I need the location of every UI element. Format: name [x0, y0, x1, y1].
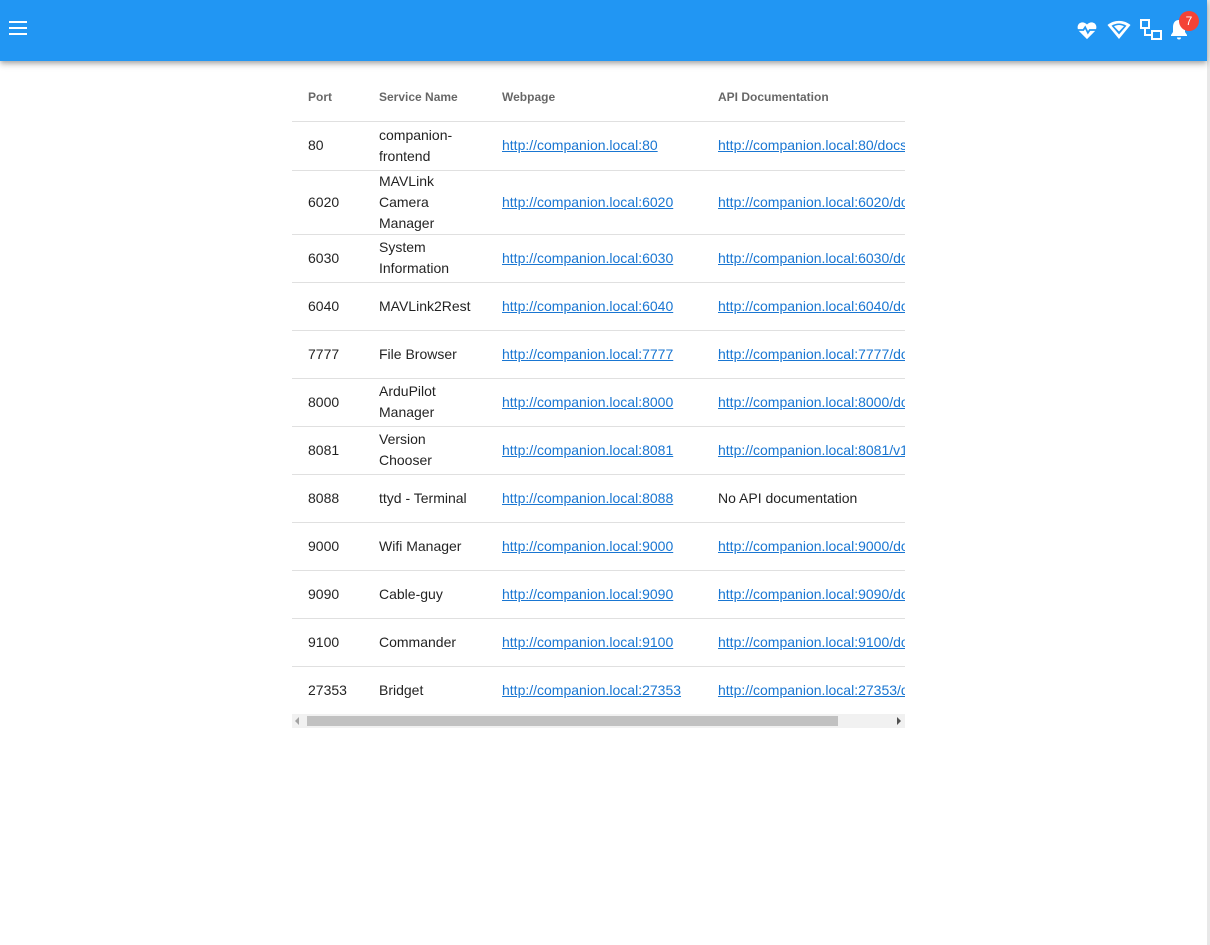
webpage-link[interactable]: http://companion.local:8088 — [502, 490, 673, 506]
scrollbar-thumb[interactable] — [307, 716, 838, 726]
service-name-cell: File Browser — [363, 330, 486, 379]
api-docs-link[interactable]: http://companion.local:9090/docs — [718, 586, 905, 602]
webpage-link[interactable]: http://companion.local:9090 — [502, 586, 673, 602]
header-webpage[interactable]: Webpage — [486, 74, 702, 122]
scroll-right-arrow-icon[interactable] — [897, 717, 901, 725]
service-name-cell: Version Chooser — [363, 426, 486, 475]
api-docs-link[interactable]: http://companion.local:9100/docs — [718, 634, 905, 650]
wifi-icon[interactable] — [1107, 18, 1131, 42]
port-cell: 80 — [292, 121, 363, 171]
service-name-cell: MAVLink Camera Manager — [363, 170, 486, 235]
api-docs-link[interactable]: http://companion.local:6040/docs — [718, 298, 905, 314]
api-docs-text: No API documentation — [702, 474, 905, 523]
heart-pulse-icon[interactable] — [1075, 18, 1099, 42]
service-name-cell: ttyd - Terminal — [363, 474, 486, 523]
port-cell: 27353 — [308, 682, 347, 699]
table-row: 8000 ArduPilot Manager http://companion.… — [292, 378, 905, 427]
port-cell: 6020 — [292, 170, 363, 235]
table-row: 27353 Bridget http://companion.local:273… — [292, 666, 905, 714]
service-name-cell: System Information — [363, 234, 486, 283]
table-row: 8088 ttyd - Terminal http://companion.lo… — [292, 474, 905, 523]
table-header-row: Port Service Name Webpage API Documentat… — [292, 74, 905, 122]
service-name-cell: Bridget — [379, 682, 424, 699]
table-row: 6030 System Information http://companion… — [292, 234, 905, 283]
service-name-cell: MAVLink2Rest — [363, 282, 486, 331]
api-docs-link[interactable]: http://companion.local:6020/docs — [718, 194, 905, 210]
port-cell: 8088 — [292, 474, 363, 523]
webpage-link[interactable]: http://companion.local:8081 — [502, 442, 673, 458]
services-table: Port Service Name Webpage API Documentat… — [292, 74, 905, 714]
ethernet-icon[interactable] — [1139, 18, 1163, 42]
notification-badge: 7 — [1179, 11, 1199, 31]
api-docs-link[interactable]: http://companion.local:7777/docs — [718, 346, 905, 362]
port-cell: 8000 — [292, 378, 363, 427]
service-name-cell: Cable-guy — [363, 570, 486, 619]
table-row: 8081 Version Chooser http://companion.lo… — [292, 426, 905, 475]
webpage-link[interactable]: http://companion.local:6030 — [502, 250, 673, 266]
header-service-name[interactable]: Service Name — [363, 74, 486, 122]
webpage-link[interactable]: http://companion.local:7777 — [502, 346, 673, 362]
service-name-cell: companion-frontend — [363, 121, 486, 171]
service-name-cell: Commander — [363, 618, 486, 667]
scroll-left-arrow-icon[interactable] — [295, 717, 299, 725]
webpage-link[interactable]: http://companion.local:6020 — [502, 194, 673, 210]
port-cell: 9000 — [292, 522, 363, 571]
table-row: 9090 Cable-guy http://companion.local:90… — [292, 570, 905, 619]
port-cell: 8081 — [292, 426, 363, 475]
table-row: 9100 Commander http://companion.local:91… — [292, 618, 905, 667]
horizontal-scrollbar[interactable] — [292, 714, 905, 728]
header-port[interactable]: Port — [292, 74, 363, 122]
webpage-link[interactable]: http://companion.local:8000 — [502, 394, 673, 410]
api-docs-link[interactable]: http://companion.local:8000/docs — [718, 394, 905, 410]
table-row: 80 companion-frontend http://companion.l… — [292, 121, 905, 171]
api-docs-link[interactable]: http://companion.local:9000/docs — [718, 538, 905, 554]
port-cell: 6040 — [292, 282, 363, 331]
table-row: 6040 MAVLink2Rest http://companion.local… — [292, 282, 905, 331]
app-bar: 7 — [0, 0, 1207, 61]
services-table-container: Port Service Name Webpage API Documentat… — [292, 74, 905, 714]
service-name-cell: ArduPilot Manager — [363, 378, 486, 427]
port-cell: 9090 — [292, 570, 363, 619]
header-api-documentation[interactable]: API Documentation — [702, 74, 905, 122]
port-cell: 7777 — [292, 330, 363, 379]
table-row: 7777 File Browser http://companion.local… — [292, 330, 905, 379]
menu-icon[interactable] — [4, 14, 32, 42]
webpage-link[interactable]: http://companion.local:6040 — [502, 298, 673, 314]
webpage-link[interactable]: http://companion.local:9000 — [502, 538, 673, 554]
webpage-link[interactable]: http://companion.local:80 — [502, 137, 658, 153]
webpage-link[interactable]: http://companion.local:27353 — [502, 682, 681, 698]
webpage-link[interactable]: http://companion.local:9100 — [502, 634, 673, 650]
port-cell: 9100 — [292, 618, 363, 667]
table-row: 9000 Wifi Manager http://companion.local… — [292, 522, 905, 571]
api-docs-link[interactable]: http://companion.local:6030/docs — [718, 250, 905, 266]
service-name-cell: Wifi Manager — [363, 522, 486, 571]
api-docs-link[interactable]: http://companion.local:8081/v1.0/ui/ — [718, 442, 905, 458]
table-row: 6020 MAVLink Camera Manager http://compa… — [292, 170, 905, 235]
api-docs-link[interactable]: http://companion.local:80/docs — [718, 137, 905, 153]
port-cell: 6030 — [292, 234, 363, 283]
api-docs-link[interactable]: http://companion.local:27353/docs — [718, 682, 905, 698]
